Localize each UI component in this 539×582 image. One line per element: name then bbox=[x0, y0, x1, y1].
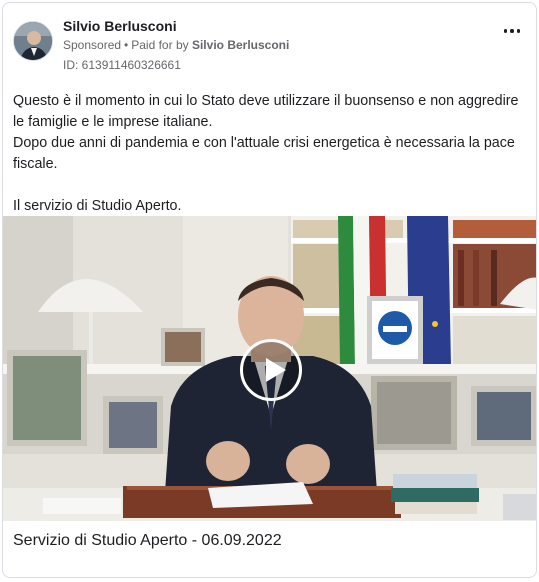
more-options-button[interactable] bbox=[498, 21, 526, 41]
sponsored-meta: Sponsored • Paid for by Silvio Berlusconi bbox=[63, 38, 289, 52]
paid-for-name: Silvio Berlusconi bbox=[191, 38, 290, 52]
body-line: Dopo due anni di pandemia e con l'attual… bbox=[13, 135, 515, 172]
post-header: Silvio Berlusconi Sponsored • Paid for by … bbox=[13, 15, 528, 72]
ad-id: ID: 613911460326661 bbox=[63, 58, 181, 72]
more-horizontal-icon bbox=[503, 29, 508, 33]
page-avatar[interactable] bbox=[13, 21, 53, 61]
post-body: Questo è il momento in cui lo Stato deve… bbox=[13, 91, 528, 217]
play-icon[interactable] bbox=[240, 339, 302, 401]
video-caption[interactable]: Servizio di Studio Aperto - 06.09.2022 bbox=[13, 532, 282, 550]
video-player[interactable] bbox=[3, 216, 536, 521]
ad-card: Silvio Berlusconi Sponsored • Paid for by … bbox=[2, 2, 537, 578]
paid-for-prefix: Paid for by bbox=[131, 38, 189, 52]
page-name-link[interactable]: Silvio Berlusconi bbox=[63, 18, 177, 34]
meta-separator: • bbox=[124, 38, 129, 52]
body-line: Il servizio di Studio Aperto. bbox=[13, 198, 182, 214]
sponsored-label: Sponsored bbox=[63, 38, 122, 52]
body-line: Questo è il momento in cui lo Stato deve… bbox=[13, 93, 519, 130]
